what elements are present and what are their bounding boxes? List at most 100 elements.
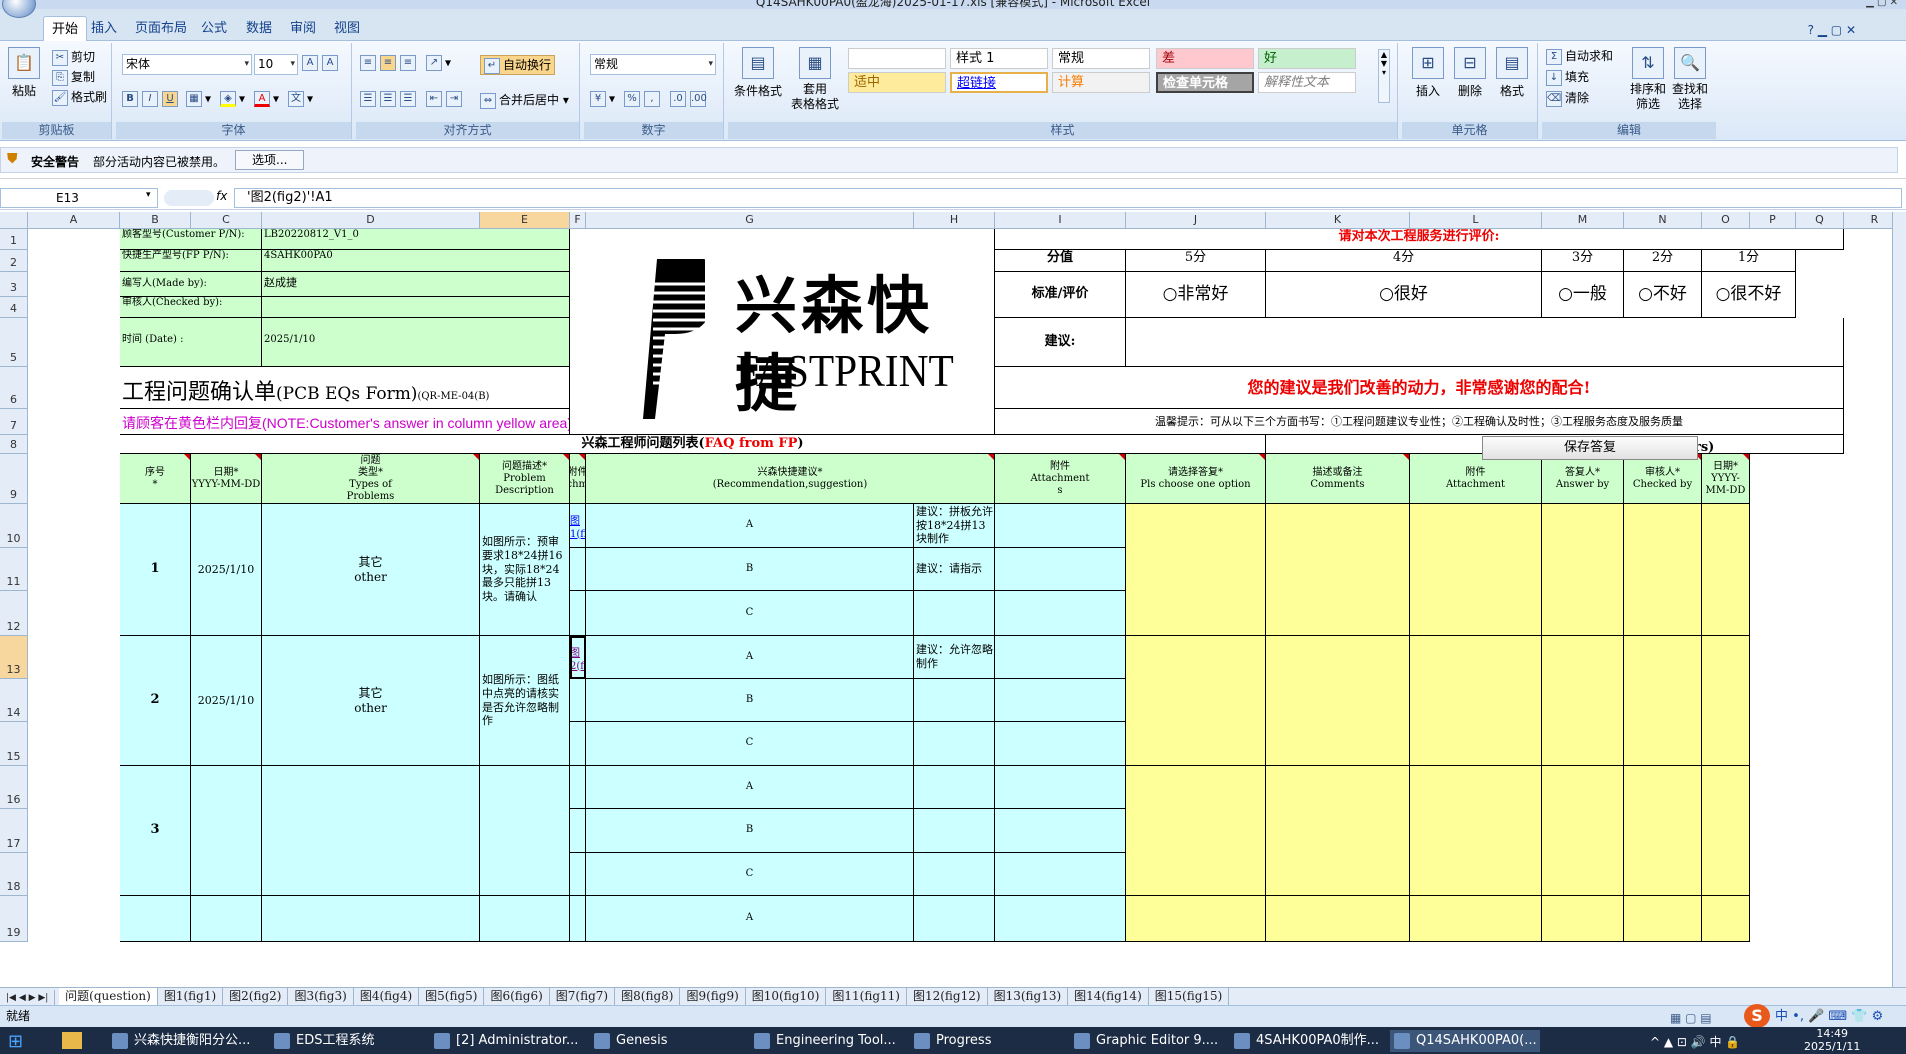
item-attachment[interactable]: 图2(fig2)'!A1 [570, 636, 586, 679]
row-header-2[interactable]: 2 [0, 250, 28, 272]
item-date[interactable]: 2025/1/10 [191, 636, 262, 766]
insert-function-icon[interactable]: fx [216, 189, 227, 203]
fp-pn-label[interactable]: 快捷生产型号(FP P/N): [120, 250, 262, 272]
item-seq[interactable]: 3 [120, 766, 191, 896]
align-center-button[interactable]: ☰ [380, 91, 399, 107]
select-all-corner[interactable] [0, 212, 28, 229]
decrease-decimal-button[interactable]: .00 [690, 91, 709, 107]
format-cells-button[interactable]: ▤ 格式 [1492, 47, 1532, 99]
item-recommendation[interactable] [914, 591, 995, 636]
decrease-indent-button[interactable]: ⇤ [426, 91, 445, 107]
answer-by-input[interactable] [1542, 504, 1624, 636]
merge-center-button[interactable]: ⇔ 合并后居中 ▾ [480, 91, 569, 109]
item-date[interactable] [191, 896, 262, 942]
row-header-4[interactable]: 4 [0, 297, 28, 318]
row-header-15[interactable]: 15 [0, 722, 28, 766]
made-by-label[interactable]: 编写人(Made by): [120, 272, 262, 297]
sheet-tab-8[interactable]: 图7(fig7) [550, 988, 616, 1005]
cell-style-10[interactable]: 解释性文本 [1258, 72, 1356, 93]
item-attachment[interactable] [570, 591, 586, 636]
column-header-J[interactable]: J [1126, 212, 1266, 229]
item-option-letter[interactable]: C [586, 853, 914, 896]
customer-note[interactable]: 请顾客在黄色栏内回复(NOTE:Customer's answer in col… [120, 409, 570, 435]
item-option-letter[interactable]: C [586, 591, 914, 636]
rating-option-5[interactable]: ○很不好 [1702, 272, 1796, 318]
advice-input[interactable] [1126, 318, 1844, 367]
item-recommendation[interactable]: 建议：请指示 [914, 548, 995, 591]
item-attachment-2[interactable] [995, 548, 1126, 591]
customer-pn-label[interactable]: 顾客型号(Customer P/N): [120, 229, 262, 250]
answer-checked-by-input[interactable] [1624, 766, 1702, 896]
attachment-link[interactable]: 图2(fig2)'!A1 [570, 648, 585, 672]
copy-button[interactable]: ⎘ 复制 [52, 68, 95, 86]
tab-review[interactable]: 审阅 [282, 16, 324, 41]
attachment-link[interactable]: 图1(fig1)'!A1 [570, 516, 585, 540]
item-attachment[interactable]: 图1(fig1)'!A1 [570, 504, 586, 548]
item-date[interactable]: 2025/1/10 [191, 504, 262, 636]
item-attachment[interactable] [570, 896, 586, 942]
column-header-F[interactable]: F [570, 212, 586, 229]
sheet-tab-5[interactable]: 图4(fig4) [354, 988, 420, 1005]
item-option-letter[interactable]: A [586, 766, 914, 809]
percent-button[interactable]: % [624, 91, 643, 107]
answer-by-input[interactable] [1542, 636, 1624, 766]
window-controls[interactable]: ▁ ▢ ✕ [1866, 0, 1898, 9]
answer-date-input[interactable] [1702, 636, 1750, 766]
font-color-button[interactable]: A ▾ [254, 91, 279, 107]
align-right-button[interactable]: ☰ [400, 91, 419, 107]
insert-cells-button[interactable]: ⊞ 插入 [1408, 47, 1448, 99]
find-select-button[interactable]: 🔍 查找和 选择 [1670, 47, 1710, 112]
column-header-D[interactable]: D [262, 212, 480, 229]
sheet-tab-10[interactable]: 图9(fig9) [680, 988, 746, 1005]
explorer-icon[interactable] [62, 1032, 82, 1049]
align-top-button[interactable]: ≡ [360, 55, 379, 71]
start-icon[interactable]: ⊞ [8, 1031, 23, 1052]
column-header-P[interactable]: P [1750, 212, 1796, 229]
column-header-O[interactable]: O [1702, 212, 1750, 229]
shrink-font-button[interactable]: A [322, 55, 341, 71]
font-size-select[interactable]: 10 [254, 54, 298, 75]
column-header-I[interactable]: I [995, 212, 1126, 229]
cell-style-6[interactable]: 适中 [848, 72, 946, 93]
score-label[interactable]: 分值 [995, 250, 1126, 272]
cell-style-1[interactable] [848, 48, 946, 69]
grow-font-button[interactable]: A [302, 55, 321, 71]
autosum-button[interactable]: Σ 自动求和 [1546, 47, 1613, 65]
row-header-12[interactable]: 12 [0, 591, 28, 636]
wrap-text-button[interactable]: ↵ 自动换行 [480, 55, 556, 75]
security-options-button[interactable]: 选项... [235, 150, 305, 170]
sort-filter-button[interactable]: ⇅ 排序和 筛选 [1628, 47, 1668, 112]
answer-option-input[interactable] [1126, 504, 1266, 636]
increase-indent-button[interactable]: ⇥ [446, 91, 465, 107]
item-attachment-2[interactable] [995, 679, 1126, 722]
row-header-18[interactable]: 18 [0, 853, 28, 896]
item-attachment-2[interactable] [995, 504, 1126, 548]
header-type[interactable]: 问题 类型* Types of Problems [262, 454, 480, 504]
item-option-letter[interactable]: A [586, 504, 914, 548]
score-4[interactable]: 4分 [1266, 250, 1542, 272]
header-desc[interactable]: 问题描述* Problem Description [480, 454, 570, 504]
column-header-L[interactable]: L [1410, 212, 1542, 229]
item-attachment[interactable] [570, 809, 586, 853]
header-date[interactable]: 日期* YYYY-MM-DD [191, 454, 262, 504]
row-header-1[interactable]: 1 [0, 229, 28, 250]
answer-checked-by-input[interactable] [1624, 896, 1702, 942]
item-option-letter[interactable]: A [586, 636, 914, 679]
sheet-tab-12[interactable]: 图11(fig11) [826, 988, 907, 1005]
taskbar-item[interactable]: 兴森快捷衡阳分公... [108, 1030, 250, 1052]
sheet-tab-4[interactable]: 图3(fig3) [288, 988, 354, 1005]
ime-toolbar[interactable]: 中 •, 🎤 ⌨ 👕 ⚙ [1775, 1007, 1883, 1027]
rating-option-2[interactable]: ○很好 [1266, 272, 1542, 318]
header-seq[interactable]: 序号 * [120, 454, 191, 504]
answer-by-input[interactable] [1542, 896, 1624, 942]
rating-option-4[interactable]: ○不好 [1624, 272, 1702, 318]
item-recommendation[interactable] [914, 896, 995, 942]
taskbar-item[interactable]: Engineering Tool... [750, 1030, 896, 1052]
column-header-C[interactable]: C [191, 212, 262, 229]
item-recommendation[interactable] [914, 809, 995, 853]
header-rec[interactable]: 兴森快捷建议* (Recommendation,suggestion) [586, 454, 995, 504]
column-header-G[interactable]: G [586, 212, 914, 229]
tip-text[interactable]: 温馨提示：可从以下三个方面书写：①工程问题建议专业性；②工程确认及时性；③工程服… [995, 409, 1844, 435]
header-checked_by[interactable]: 审核人* Checked by [1624, 454, 1702, 504]
checked-by-value[interactable] [262, 297, 570, 318]
